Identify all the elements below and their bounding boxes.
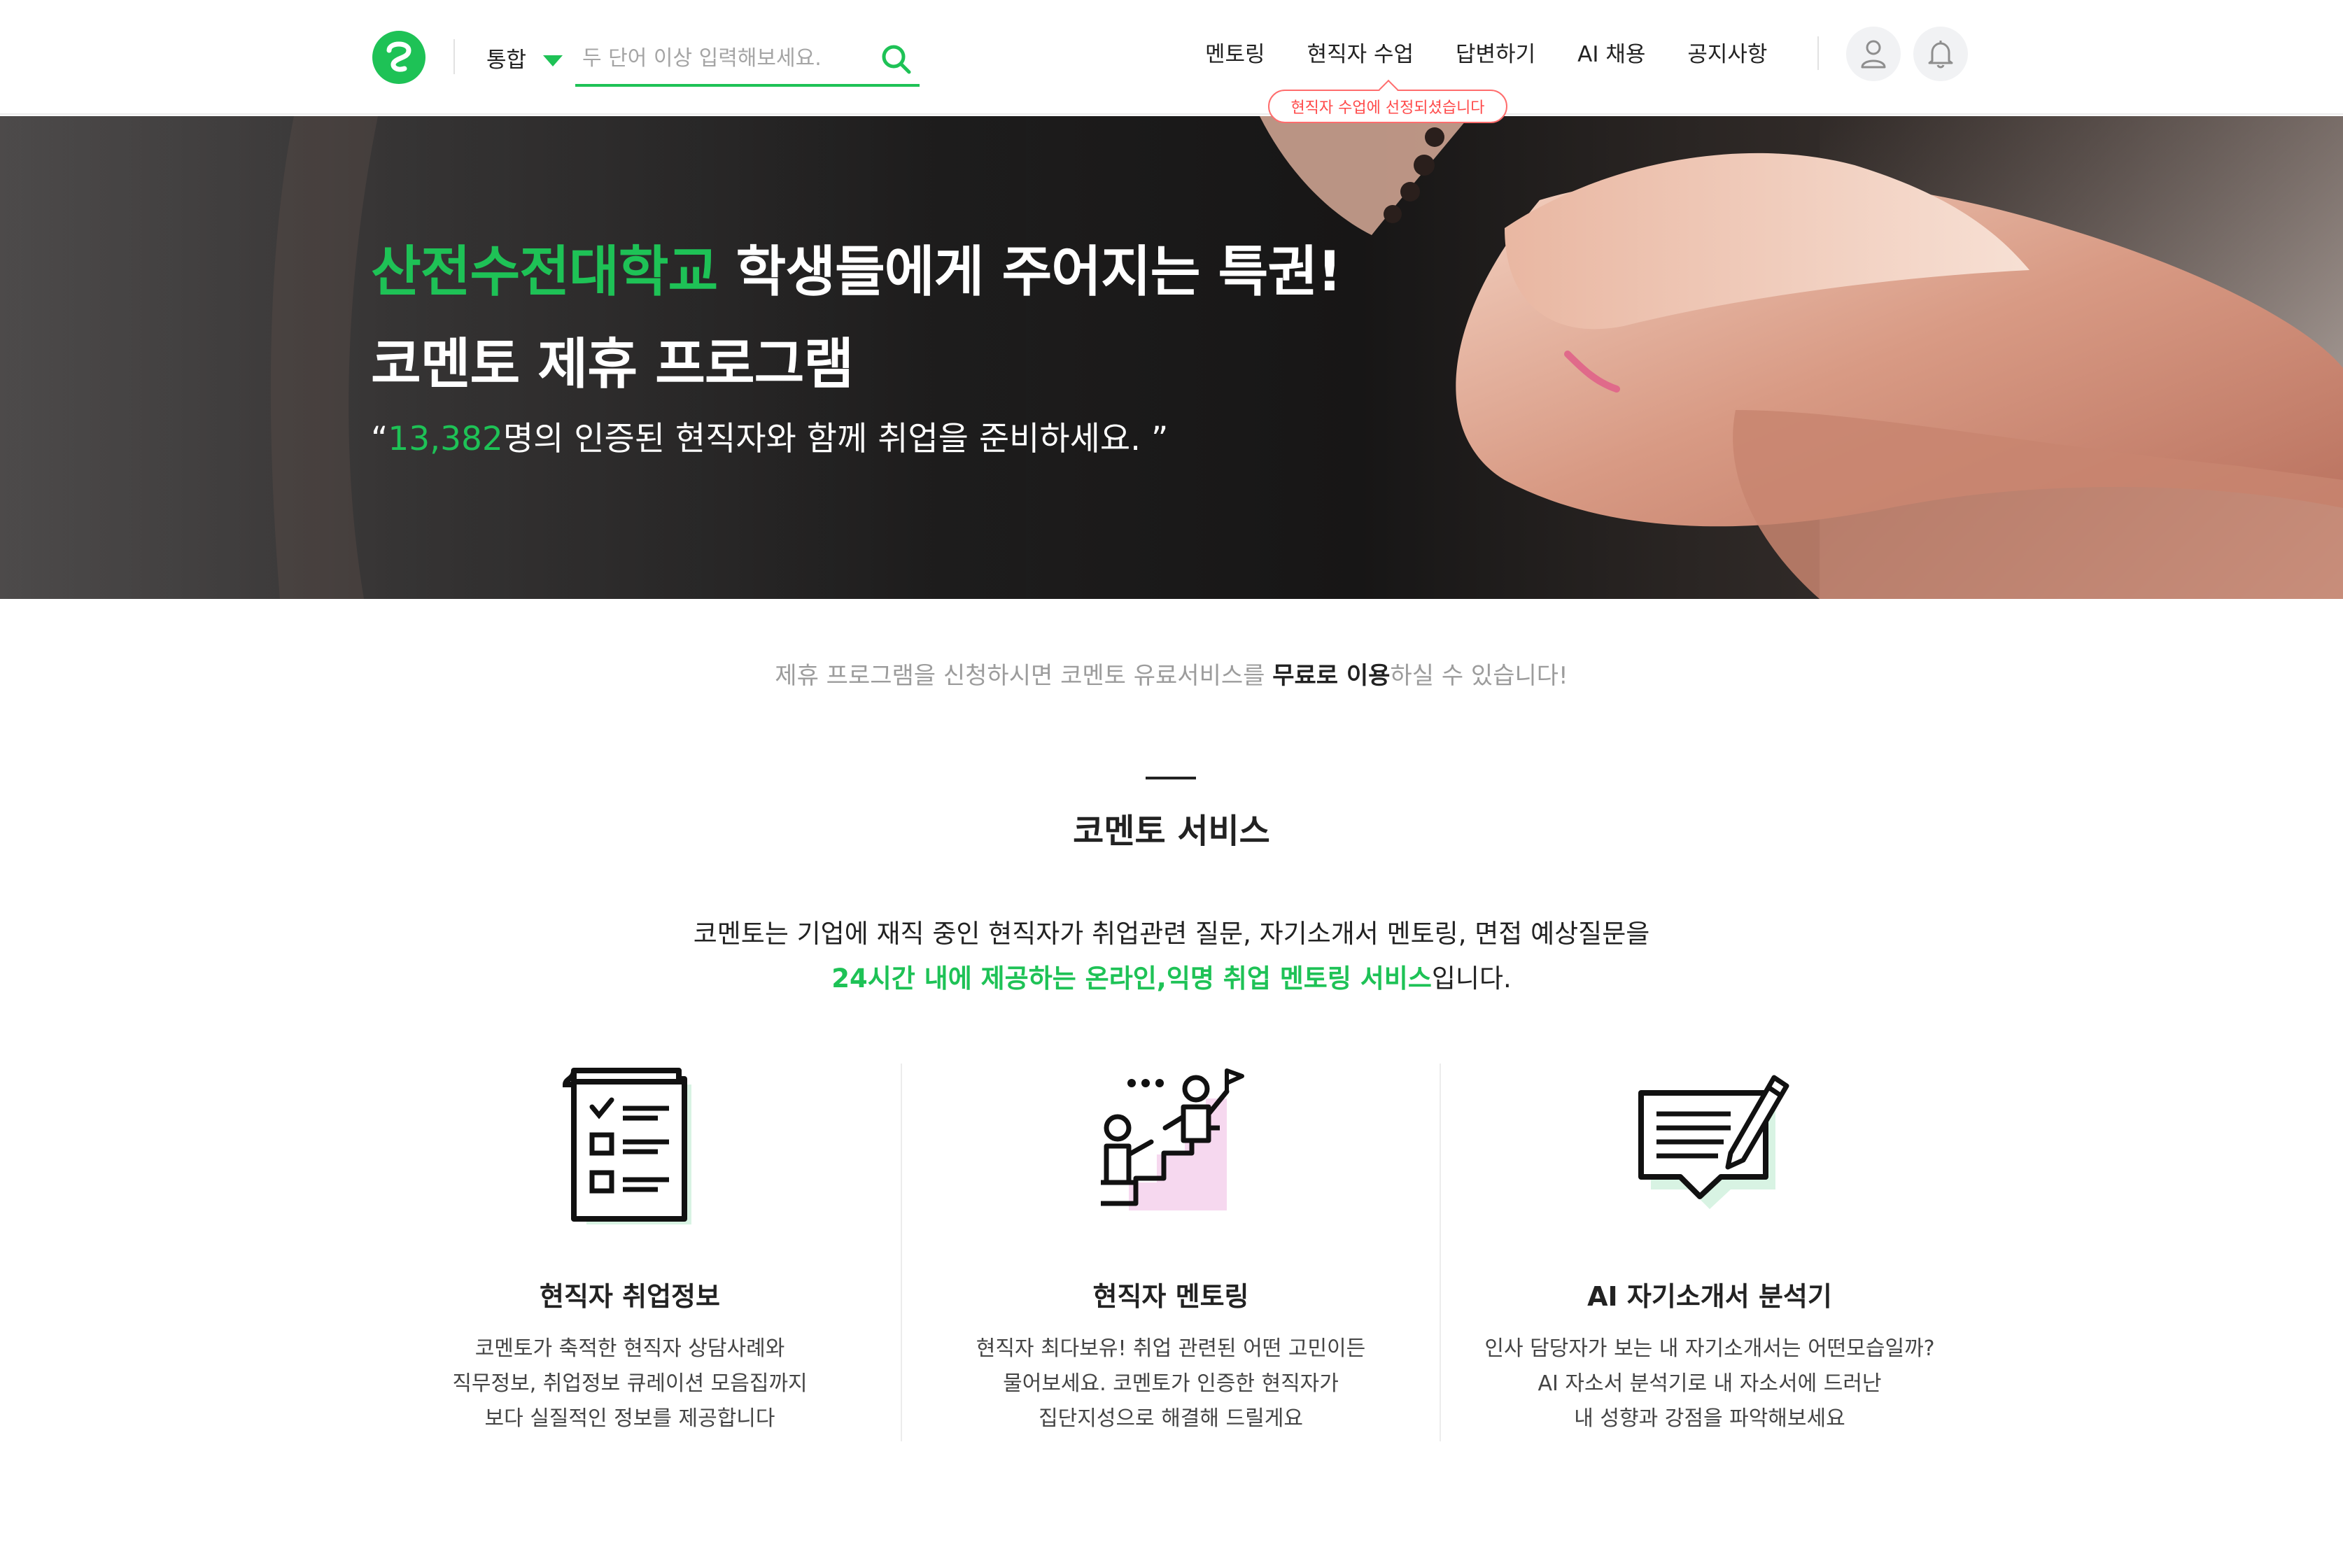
caret-down-icon <box>543 55 563 66</box>
nav-notice[interactable]: 공지사항 <box>1687 36 1767 68</box>
search-input[interactable] <box>582 41 855 76</box>
section-title-bar <box>1146 777 1196 779</box>
mentor-count: 13,382 <box>388 420 503 458</box>
search-scope-dropdown[interactable]: 통합 <box>486 41 563 74</box>
intro-text: 제휴 프로그램을 신청하시면 코멘토 유료서비스를 무료로 이용하실 수 있습니… <box>0 656 2343 691</box>
intro-post: 하실 수 있습니다! <box>1390 662 1568 690</box>
hero-overlay <box>0 116 2343 599</box>
header-divider <box>453 39 455 74</box>
hero-banner: 산전수전대학교 학생들에게 주어지는 특권! 코멘토 제휴 프로그램 “13,3… <box>0 116 2343 599</box>
nav-answer[interactable]: 답변하기 <box>1456 36 1535 68</box>
hero-headline-rest: 학생들에게 주어지는 특권! <box>717 241 1342 304</box>
service-desc-end: 입니다. <box>1431 963 1512 994</box>
intro-bold: 무료로 이용 <box>1272 662 1391 690</box>
intro-pre: 제휴 프로그램을 신청하시면 코멘토 유료서비스를 <box>775 662 1273 690</box>
search-icon[interactable] <box>878 41 915 78</box>
card-title: 현직자 멘토링 <box>1092 1281 1249 1312</box>
quote-open: “ <box>371 420 388 458</box>
cometo-logo-icon[interactable] <box>371 29 427 85</box>
card-desc-line: 현직자 최다보유! 취업 관련된 어떤 고민이든 <box>976 1336 1366 1361</box>
service-card-ai-analyzer[interactable]: AI 자기소개서 분석기 인사 담당자가 보는 내 자기소개서는 어떤모습일까?… <box>1440 1064 1978 1441</box>
user-button[interactable] <box>1846 27 1901 81</box>
nav-ai-hiring[interactable]: AI 채용 <box>1577 36 1645 68</box>
nav-divider <box>1817 36 1819 70</box>
card-title: 현직자 취업정보 <box>540 1281 720 1312</box>
card-desc-line: 집단지성으로 해결해 드릴게요 <box>1039 1406 1303 1431</box>
card-desc-line: AI 자소서 분석기로 내 자소서에 드러난 <box>1538 1371 1882 1396</box>
service-description: 코멘토는 기업에 재직 중인 현직자가 취업관련 질문, 자기소개서 멘토링, … <box>693 919 1650 949</box>
hero-program-title: 코멘토 제휴 프로그램 <box>371 333 854 396</box>
hero-headline: 산전수전대학교 학생들에게 주어지는 특권! <box>371 228 1342 306</box>
hero-school-name: 산전수전대학교 <box>371 241 718 304</box>
hero-quote: “13,382명의 인증된 현직자와 함께 취업을 준비하세요. ” <box>371 411 1168 460</box>
service-highlight: 24시간 내에 제공하는 온라인,익명 취업 멘토링 서비스 <box>831 963 1432 994</box>
user-icon <box>1861 40 1886 69</box>
quote-rest: 명의 인증된 현직자와 함께 취업을 준비하세요. ” <box>502 420 1169 458</box>
card-desc-line: 물어보세요. 코멘토가 인증한 현직자가 <box>1003 1371 1339 1396</box>
card-desc-line: 직무정보, 취업정보 큐레이션 모음집까지 <box>452 1371 808 1396</box>
nav-mentoring[interactable]: 멘토링 <box>1205 36 1265 68</box>
checklist-icon <box>562 1068 691 1224</box>
document-pen-icon <box>1638 1075 1789 1209</box>
service-section-title: 코멘토 서비스 <box>1073 812 1270 851</box>
search-scope-label: 통합 <box>486 47 527 73</box>
service-card-info[interactable]: 현직자 취업정보 코멘토가 축적한 현직자 상담사례와 직무정보, 취업정보 큐… <box>360 1064 899 1441</box>
service-description-2: 24시간 내에 제공하는 온라인,익명 취업 멘토링 서비스입니다. <box>0 957 2343 995</box>
search-bar <box>575 35 920 87</box>
card-desc-line: 보다 실질적인 정보를 제공합니다 <box>484 1406 775 1431</box>
top-header: 통합 멘토링 현직자 수업 답변하기 AI 채용 공지사항 현직자 수업에 선정… <box>0 0 2343 123</box>
card-desc-line: 인사 담당자가 보는 내 자기소개서는 어떤모습일까? <box>1484 1336 1935 1361</box>
notification-button[interactable] <box>1913 27 1968 81</box>
card-title: AI 자기소개서 분석기 <box>1587 1281 1832 1312</box>
card-desc-line: 내 성향과 강점을 파악해보세요 <box>1574 1406 1845 1431</box>
nav-class[interactable]: 현직자 수업 <box>1307 36 1414 68</box>
service-card-mentoring[interactable]: 현직자 멘토링 현직자 최다보유! 취업 관련된 어떤 고민이든 물어보세요. … <box>901 1064 1440 1441</box>
bell-icon <box>1928 41 1953 69</box>
mentoring-stairs-icon <box>1101 1068 1244 1210</box>
main-nav: 멘토링 현직자 수업 답변하기 AI 채용 공지사항 <box>1205 31 1767 73</box>
card-desc-line: 코멘토가 축적한 현직자 상담사례와 <box>474 1336 785 1361</box>
class-selected-tooltip: 현직자 수업에 선정되셨습니다 <box>1268 90 1507 123</box>
